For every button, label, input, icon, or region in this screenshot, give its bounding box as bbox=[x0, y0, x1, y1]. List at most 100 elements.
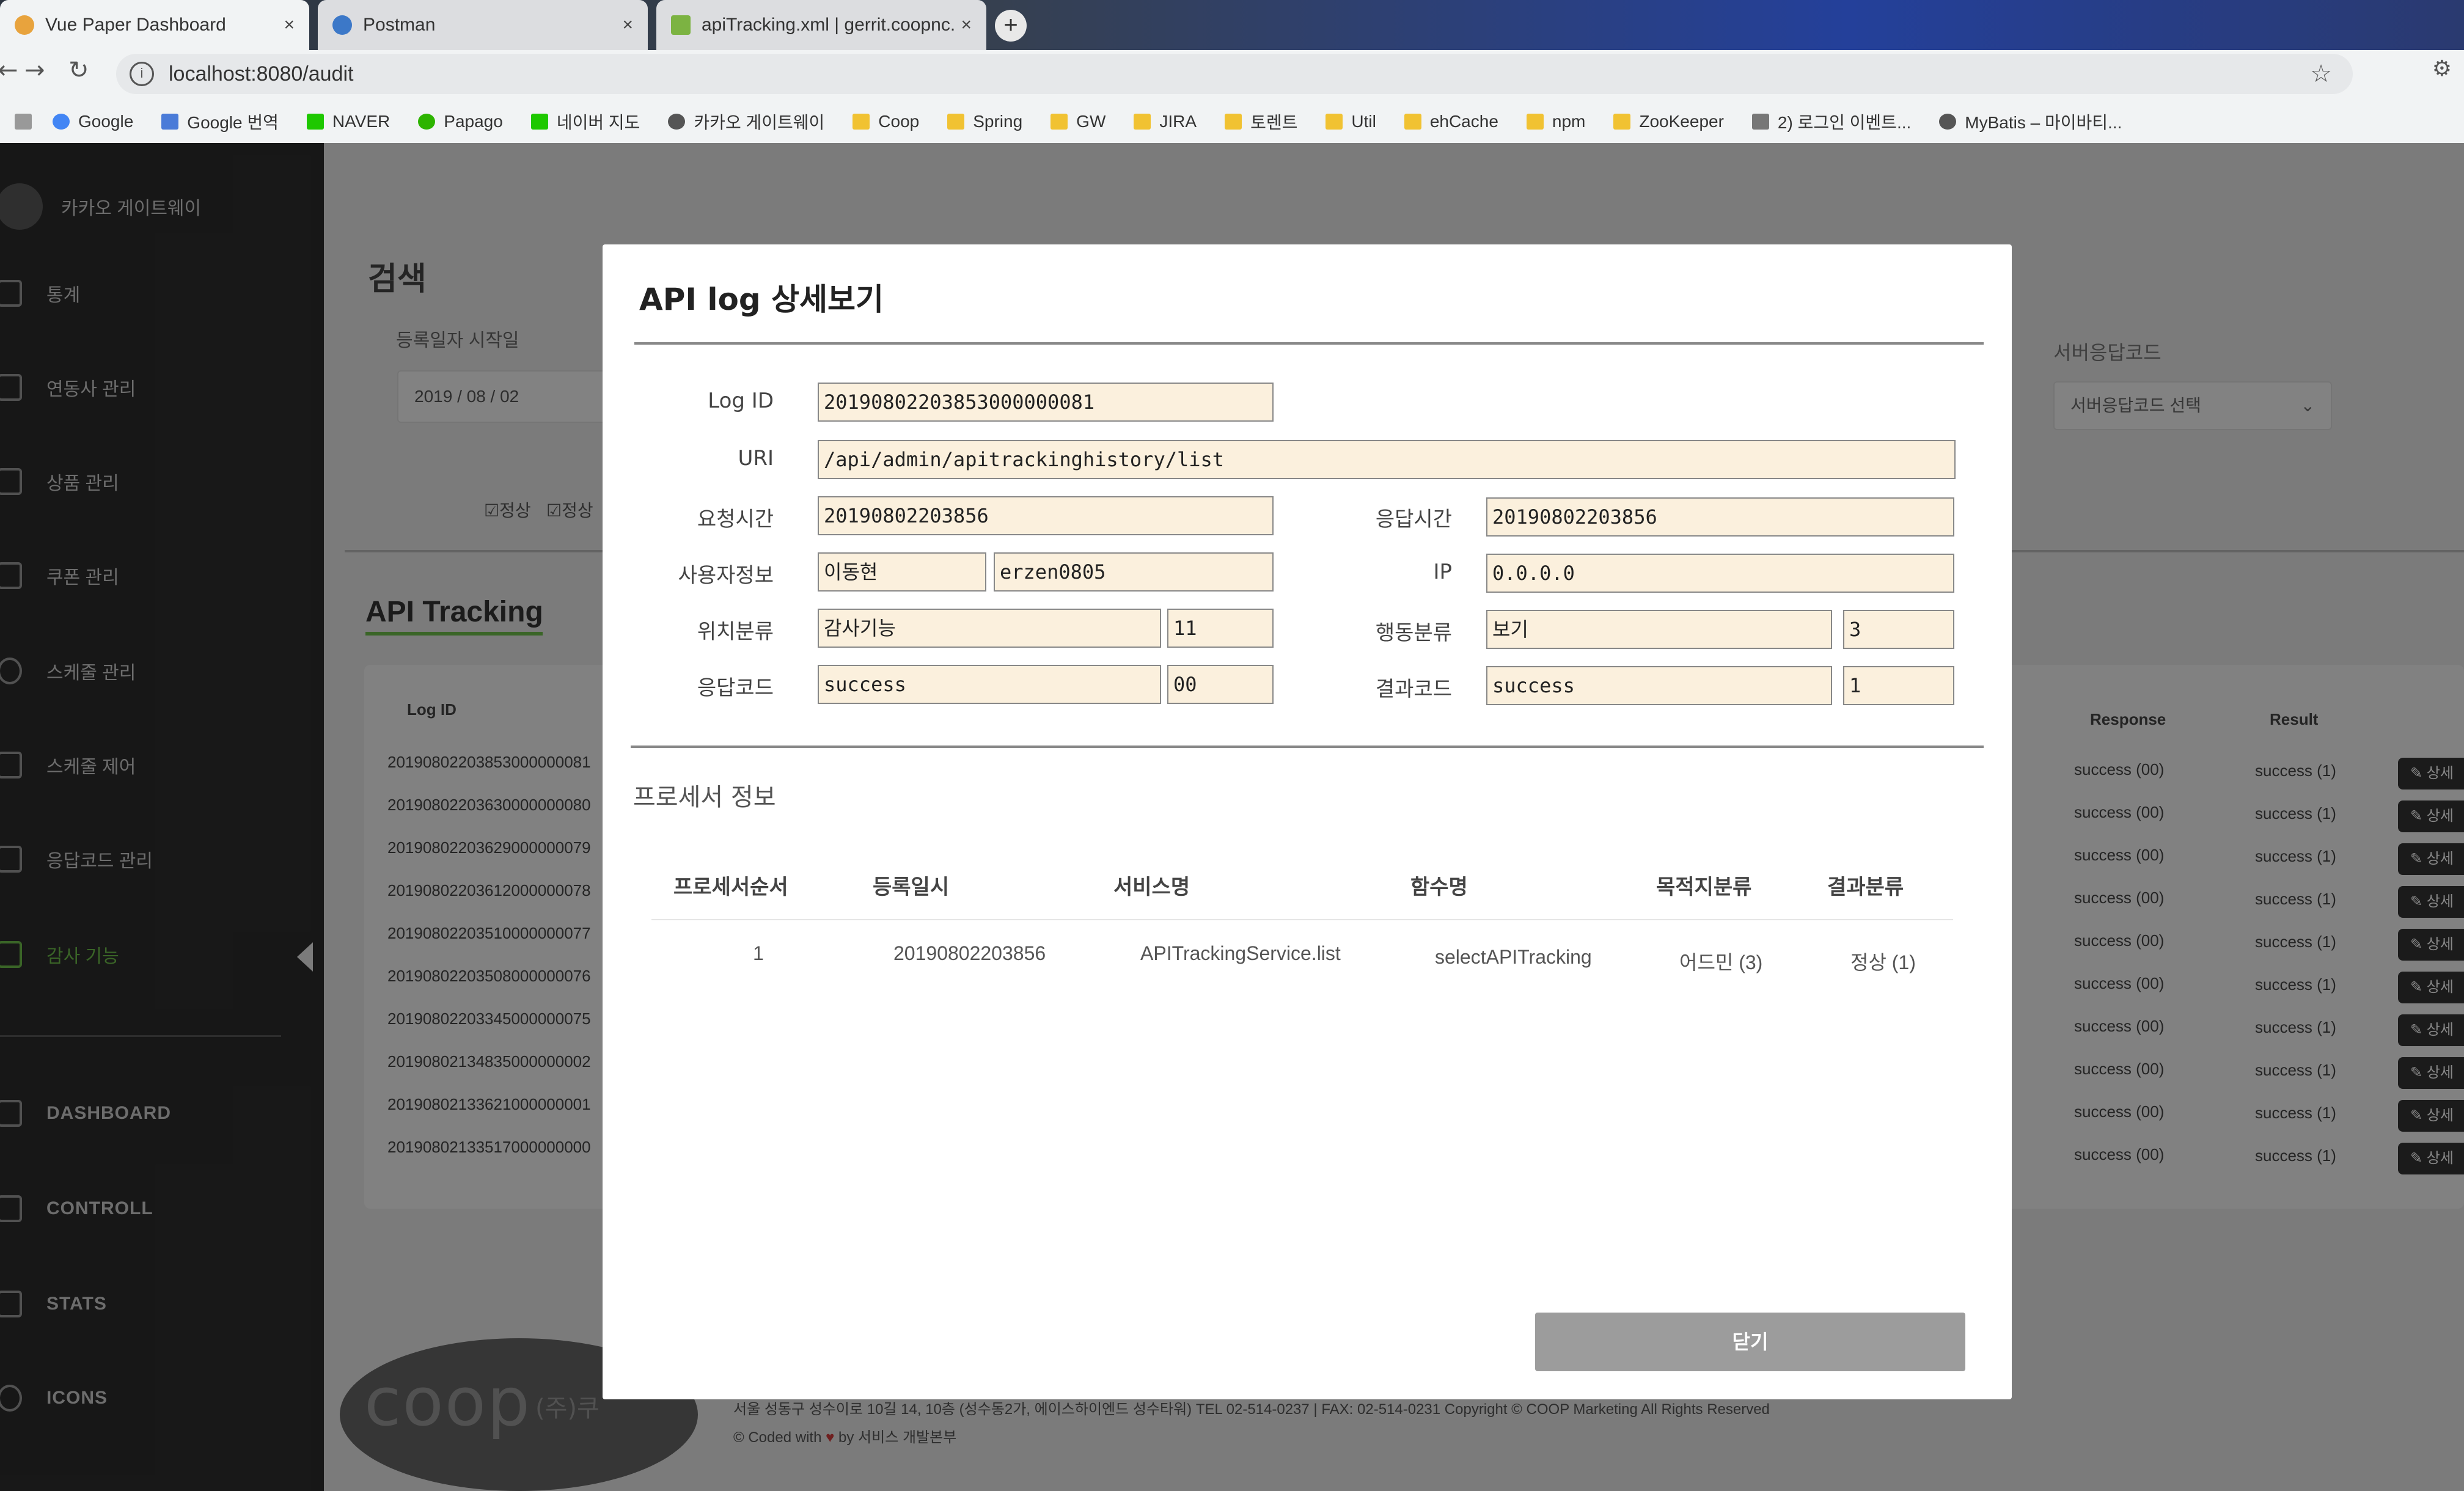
processor-section-title: 프로세서 정보 bbox=[633, 783, 776, 811]
bookmark-login-event[interactable]: 2) 로그인 이벤트... bbox=[1751, 109, 1911, 134]
processor-cell-service: APITrackingService.list bbox=[1140, 942, 1341, 964]
processor-cell-result: 정상 (1) bbox=[1850, 951, 1916, 973]
processor-cell-function: selectAPITracking bbox=[1435, 946, 1592, 968]
info-icon[interactable]: i bbox=[130, 62, 154, 86]
bookmark-coop[interactable]: Coop bbox=[853, 112, 919, 131]
bookmark-jira[interactable]: JIRA bbox=[1134, 112, 1197, 131]
bookmark-torrent[interactable]: 토렌트 bbox=[1225, 109, 1297, 134]
folder-icon bbox=[1134, 114, 1151, 130]
bookmark-gw[interactable]: GW bbox=[1050, 112, 1106, 131]
bookmark-spring[interactable]: Spring bbox=[947, 112, 1022, 131]
response-code-name-field[interactable]: success bbox=[818, 665, 1161, 704]
action-name-field[interactable]: 보기 bbox=[1486, 610, 1832, 649]
folder-icon bbox=[1404, 114, 1421, 130]
title-divider bbox=[634, 342, 1984, 345]
response-time-field[interactable]: 20190802203856 bbox=[1486, 497, 1954, 537]
page-icon bbox=[1751, 114, 1769, 130]
new-tab-button[interactable]: + bbox=[995, 10, 1027, 42]
section-divider bbox=[631, 745, 1984, 748]
location-label: 위치분류 bbox=[697, 620, 774, 644]
user-id-field[interactable]: erzen0805 bbox=[994, 552, 1274, 592]
log-id-field[interactable]: 20190802203853000000081 bbox=[818, 383, 1274, 422]
folder-icon bbox=[853, 114, 870, 130]
result-code-value-field[interactable]: 1 bbox=[1843, 666, 1954, 705]
api-log-detail-modal: API log 상세보기 Log ID 20190802203853000000… bbox=[603, 244, 2012, 1399]
naver-icon bbox=[530, 114, 548, 130]
col-registered-at: 등록일시 bbox=[873, 875, 950, 899]
folder-icon bbox=[1526, 114, 1544, 130]
forward-arrow-icon[interactable]: → bbox=[24, 56, 45, 84]
col-function-name: 함수명 bbox=[1410, 875, 1468, 899]
folder-icon bbox=[1326, 114, 1343, 130]
folder-icon bbox=[1225, 114, 1242, 130]
tab-gerrit[interactable]: apiTracking.xml | gerrit.coopnc.c × bbox=[656, 0, 986, 50]
browser-tab-bar: Vue Paper Dashboard × Postman × apiTrack… bbox=[0, 0, 2464, 50]
request-time-field[interactable]: 20190802203856 bbox=[818, 496, 1274, 535]
col-service-name: 서비스명 bbox=[1113, 875, 1190, 899]
address-bar[interactable]: i localhost:8080/audit ☆ bbox=[116, 54, 2353, 94]
tab-vue-paper-dashboard[interactable]: Vue Paper Dashboard × bbox=[0, 0, 309, 50]
action-label: 행동분류 bbox=[1375, 621, 1452, 645]
response-code-value-field[interactable]: 00 bbox=[1167, 665, 1274, 704]
user-info-label: 사용자정보 bbox=[678, 563, 774, 588]
globe-icon bbox=[1939, 114, 1957, 130]
tab-title: Vue Paper Dashboard bbox=[45, 15, 226, 35]
vue-favicon-icon bbox=[15, 15, 34, 35]
google-icon bbox=[53, 114, 70, 130]
col-processor-order: 프로세서순서 bbox=[673, 875, 788, 899]
postman-favicon-icon bbox=[332, 15, 352, 35]
extension-icon[interactable]: ⚙ bbox=[2432, 56, 2452, 81]
folder-icon bbox=[947, 114, 965, 130]
bookmark-naver[interactable]: NAVER bbox=[306, 112, 390, 131]
url-text[interactable]: localhost:8080/audit bbox=[169, 62, 353, 86]
gerrit-favicon-icon bbox=[671, 15, 691, 35]
tab-title: Postman bbox=[363, 15, 436, 35]
bookmark-google-translate[interactable]: Google 번역 bbox=[161, 109, 279, 134]
user-name-field[interactable]: 이동현 bbox=[818, 552, 986, 592]
tab-postman[interactable]: Postman × bbox=[318, 0, 648, 50]
bookmark-kakao-gateway[interactable]: 카카오 게이트웨이 bbox=[668, 109, 824, 134]
bookmark-ehcache[interactable]: ehCache bbox=[1404, 112, 1498, 131]
close-icon[interactable]: × bbox=[961, 15, 972, 35]
papago-icon bbox=[418, 114, 436, 130]
bookmark-star-icon[interactable]: ☆ bbox=[2310, 60, 2332, 88]
bookmark-google[interactable]: Google bbox=[53, 112, 133, 131]
result-code-label: 결과코드 bbox=[1375, 677, 1452, 702]
bookmark-mybatis[interactable]: MyBatis – 마이바티... bbox=[1939, 109, 2122, 134]
col-destination-type: 목적지분류 bbox=[1656, 875, 1752, 899]
request-time-label: 요청시간 bbox=[697, 507, 774, 532]
bookmark-util[interactable]: Util bbox=[1326, 112, 1376, 131]
globe-icon bbox=[668, 114, 686, 130]
bookmark-npm[interactable]: npm bbox=[1526, 112, 1585, 131]
processor-cell-destination: 어드민 (3) bbox=[1679, 951, 1763, 973]
location-code-field[interactable]: 11 bbox=[1167, 609, 1274, 648]
folder-icon bbox=[1613, 114, 1631, 130]
ip-label: IP bbox=[1433, 560, 1452, 584]
modal-title: API log 상세보기 bbox=[639, 282, 884, 317]
bookmark-naver-map[interactable]: 네이버 지도 bbox=[530, 109, 640, 134]
ip-field[interactable]: 0.0.0.0 bbox=[1486, 554, 1954, 593]
back-arrow-icon[interactable]: ← bbox=[0, 56, 18, 84]
close-icon[interactable]: × bbox=[284, 15, 295, 35]
response-time-label: 응답시간 bbox=[1375, 507, 1452, 532]
apps-icon[interactable] bbox=[15, 114, 32, 130]
folder-icon bbox=[1050, 114, 1068, 130]
bookmark-zookeeper[interactable]: ZooKeeper bbox=[1613, 112, 1724, 131]
close-icon[interactable]: × bbox=[622, 15, 633, 35]
log-id-label: Log ID bbox=[708, 389, 774, 413]
location-name-field[interactable]: 감사기능 bbox=[818, 609, 1161, 648]
reload-icon[interactable]: ↻ bbox=[68, 56, 89, 84]
col-result-type: 결과분류 bbox=[1827, 875, 1904, 899]
uri-field[interactable]: /api/admin/apitrackinghistory/list bbox=[818, 440, 1956, 479]
bookmarks-bar: Google Google 번역 NAVER Papago 네이버 지도 카카오… bbox=[0, 100, 2150, 143]
action-code-field[interactable]: 3 bbox=[1843, 610, 1954, 649]
processor-cell-registered: 20190802203856 bbox=[893, 942, 1046, 964]
tab-title: apiTracking.xml | gerrit.coopnc.c bbox=[702, 15, 955, 35]
naver-icon bbox=[306, 114, 324, 130]
result-code-name-field[interactable]: success bbox=[1486, 666, 1832, 705]
bookmark-papago[interactable]: Papago bbox=[418, 112, 503, 131]
table-header-divider bbox=[651, 919, 1953, 920]
response-code-label: 응답코드 bbox=[697, 676, 774, 700]
processor-cell-order: 1 bbox=[753, 942, 764, 964]
close-button[interactable]: 닫기 bbox=[1535, 1313, 1965, 1371]
